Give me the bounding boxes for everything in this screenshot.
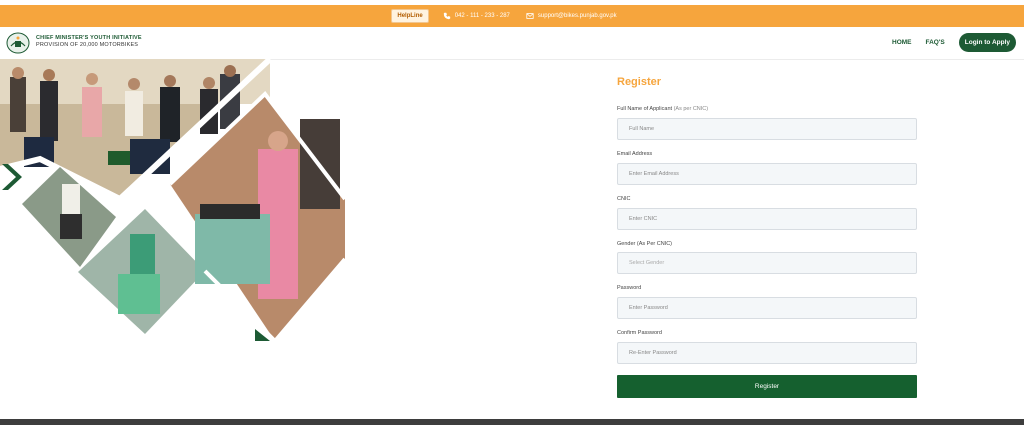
- photo-ceremony-head: [268, 131, 288, 151]
- support-email[interactable]: support@bikes.punjab.gov.pk: [526, 12, 617, 20]
- footer-bar: [0, 419, 1024, 425]
- phone-number: 042 - 111 - 233 - 287: [454, 13, 510, 19]
- photo-scooter-rider: [130, 234, 155, 274]
- full-name-label-hint: (As per CNIC): [673, 106, 709, 112]
- full-name-label: Full Name of Applicant (As per CNIC): [617, 106, 917, 113]
- hero-photo-collage: [0, 59, 347, 344]
- cnic-label: CNIC: [617, 196, 631, 202]
- photo-rider-bike: [60, 214, 82, 239]
- login-to-apply-button[interactable]: Login to Apply: [958, 33, 1016, 52]
- confirm-password-label: Confirm Password: [617, 330, 662, 336]
- photo-ceremony-bike-seat: [200, 204, 260, 219]
- full-name-input[interactable]: [617, 118, 917, 140]
- password-label: Password: [617, 285, 642, 291]
- email-label: Email Address: [617, 151, 653, 157]
- punjab-government-logo[interactable]: [6, 32, 30, 54]
- helpline-badge[interactable]: HelpLine: [391, 9, 429, 23]
- nav-faqs[interactable]: FAQ'S: [926, 39, 945, 46]
- register-button[interactable]: Register: [617, 375, 917, 398]
- confirm-password-input[interactable]: [617, 342, 917, 364]
- gender-select[interactable]: Select Gender: [617, 252, 917, 274]
- brand-line-2: PROVISION OF 20,000 MOTORBIKES: [36, 42, 139, 48]
- phone-icon: [443, 12, 450, 20]
- photo-rider-figure: [62, 184, 80, 214]
- main-header: CHIEF MINISTER'S YOUTH INITIATIVE PROVIS…: [0, 27, 1024, 60]
- email-address: support@bikes.punjab.gov.pk: [537, 13, 617, 19]
- gender-group: Gender (As Per CNIC) Select Gender: [617, 241, 917, 274]
- confirm-password-group: Confirm Password: [617, 330, 917, 364]
- contact-bar: HelpLine 042 - 111 - 233 - 287 support@b…: [0, 5, 1024, 27]
- gender-select-value: Select Gender: [629, 260, 665, 266]
- password-group: Password: [617, 285, 917, 319]
- gender-label: Gender (As Per CNIC): [617, 241, 673, 247]
- full-name-group: Full Name of Applicant (As per CNIC): [617, 106, 917, 140]
- cnic-group: CNIC: [617, 196, 917, 230]
- brand-line-1: CHIEF MINISTER'S YOUTH INITIATIVE: [36, 35, 142, 41]
- email-input[interactable]: [617, 163, 917, 185]
- photo-green-scooter: [118, 274, 160, 314]
- nav-home[interactable]: HOME: [892, 39, 912, 46]
- full-name-label-text: Full Name of Applicant: [617, 106, 673, 112]
- password-input[interactable]: [617, 297, 917, 319]
- register-form: Register Full Name of Applicant (As per …: [617, 70, 917, 398]
- cnic-input[interactable]: [617, 208, 917, 230]
- mail-icon: [526, 13, 534, 19]
- brand-title: CHIEF MINISTER'S YOUTH INITIATIVE PROVIS…: [36, 35, 142, 49]
- nav-menu: HOME FAQ'S Login to Apply: [892, 33, 1016, 52]
- register-title: Register: [617, 76, 662, 88]
- email-group: Email Address: [617, 151, 917, 185]
- helpline-phone[interactable]: 042 - 111 - 233 - 287: [443, 12, 510, 20]
